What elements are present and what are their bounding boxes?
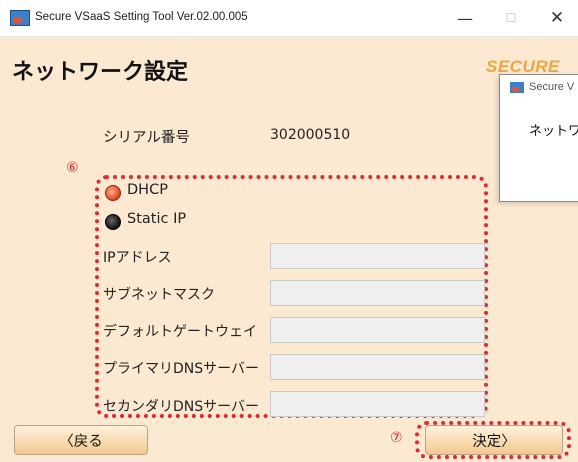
ip-address-label: IPアドレス <box>103 250 172 266</box>
secondary-dns-field[interactable] <box>270 391 485 417</box>
annotation-marker-7: ⑦ <box>390 430 403 446</box>
primary-dns-field[interactable] <box>270 354 485 380</box>
back-button[interactable]: 〈戻る <box>14 425 148 455</box>
default-gateway-label: デフォルトゲートウェイ <box>103 324 257 340</box>
static-ip-radio-label[interactable]: Static IP <box>127 211 186 227</box>
page-title: ネットワーク設定 <box>12 60 189 85</box>
title-bar: Secure VSaaS Setting Tool Ver.02.00.005 … <box>0 0 578 37</box>
popup-title: Secure V <box>510 81 574 93</box>
secondary-dns-label: セカンダリDNSサーバー <box>103 399 259 415</box>
subnet-mask-label: サブネットマスク <box>103 287 215 303</box>
serial-number-label: シリアル番号 <box>103 130 190 146</box>
popup-message: ネットワ <box>529 124 578 139</box>
window-title: Secure VSaaS Setting Tool Ver.02.00.005 <box>35 11 248 23</box>
overlapping-popup-window[interactable]: Secure V ネットワ <box>499 74 578 202</box>
app-icon <box>510 81 524 93</box>
close-button[interactable]: ✕ <box>535 0 578 36</box>
serial-number-value: 302000510 <box>270 127 351 143</box>
maximize-button[interactable]: ☐ <box>489 0 533 36</box>
minimize-button[interactable]: — <box>443 0 487 36</box>
app-icon <box>10 10 30 26</box>
dhcp-radio-label[interactable]: DHCP <box>127 182 168 198</box>
annotation-marker-6: ⑥ <box>66 160 79 176</box>
static-ip-radio[interactable] <box>105 214 121 230</box>
dhcp-radio[interactable] <box>105 185 121 201</box>
primary-dns-label: プライマリDNSサーバー <box>103 361 259 377</box>
popup-title-text: Secure V <box>529 81 575 93</box>
subnet-mask-field[interactable] <box>270 280 485 306</box>
ip-address-field[interactable] <box>270 243 485 269</box>
annotation-highlight-confirm <box>415 421 571 459</box>
default-gateway-field[interactable] <box>270 317 485 343</box>
